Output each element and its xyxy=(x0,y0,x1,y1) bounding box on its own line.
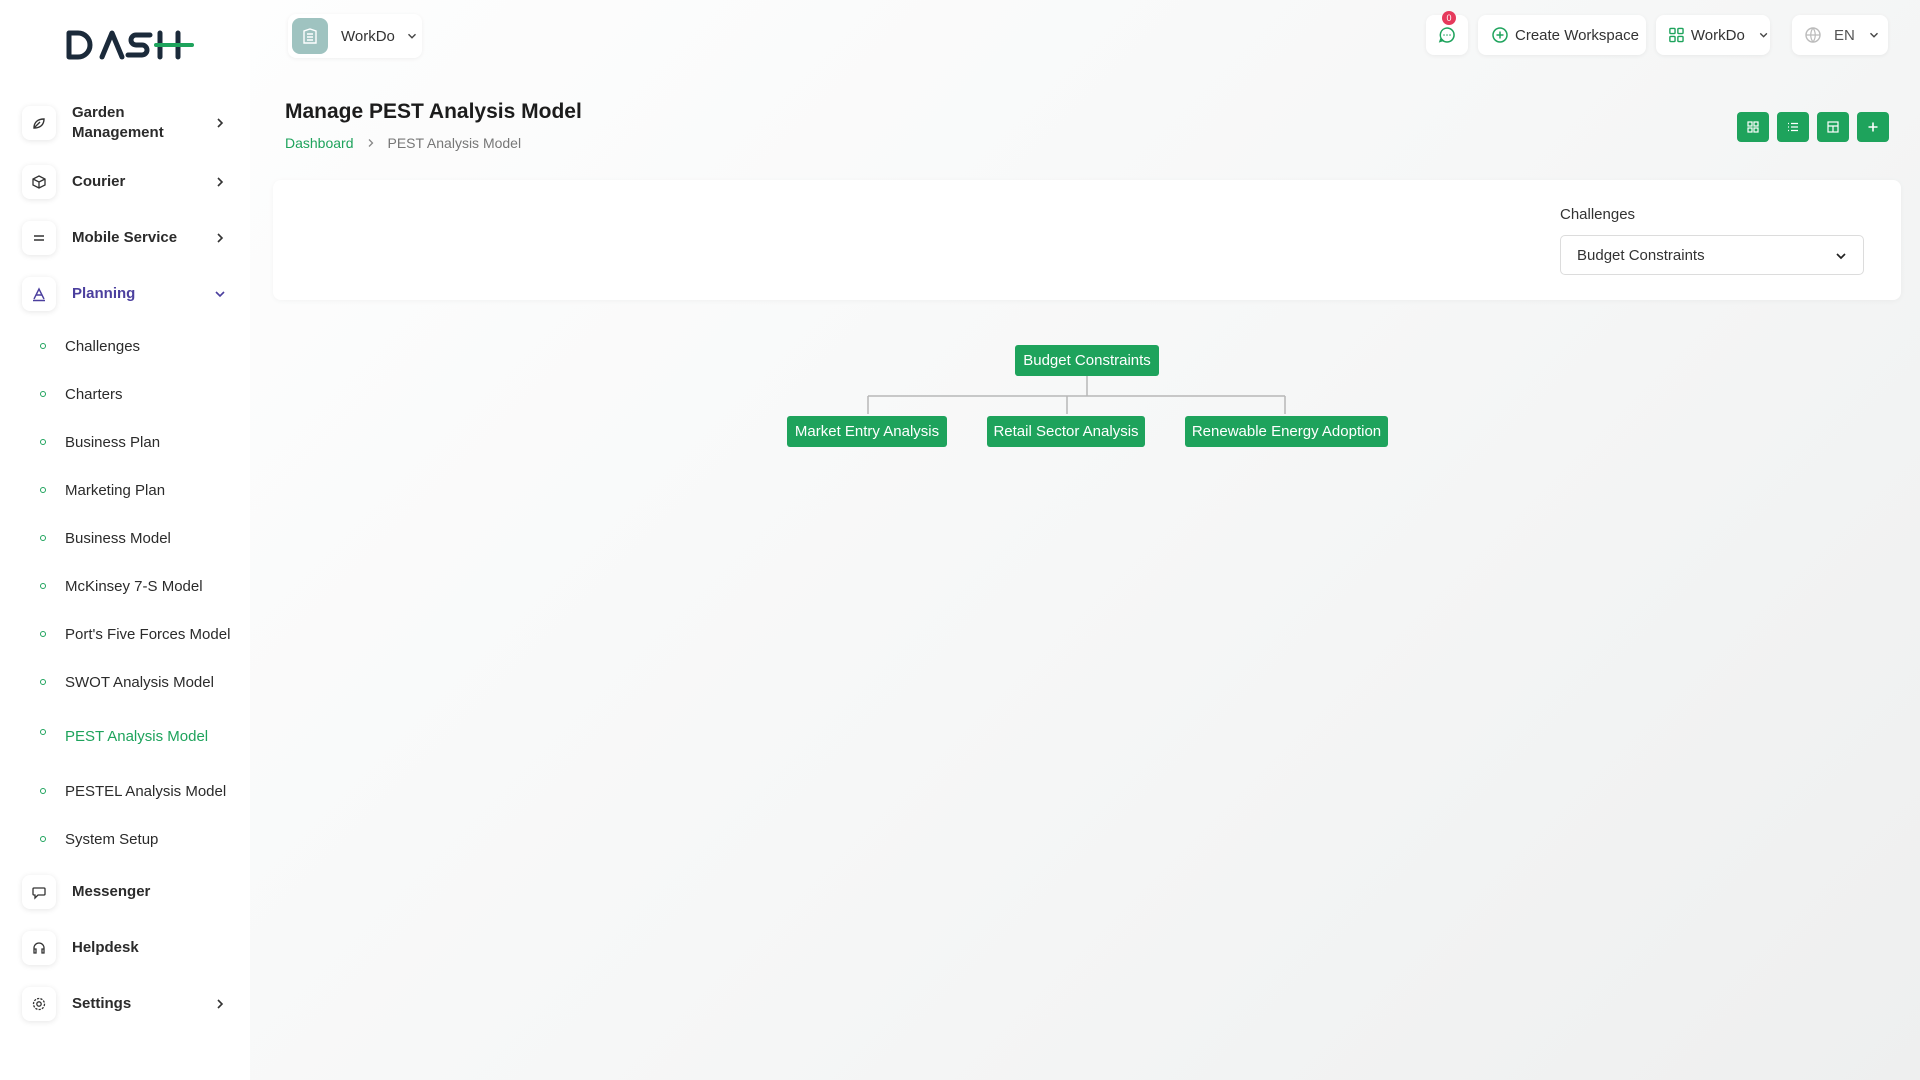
sidebar-item-courier[interactable]: Courier xyxy=(22,162,232,202)
bullet-icon xyxy=(40,343,46,349)
chevron-right-icon xyxy=(217,177,224,187)
sidebar-item-planning[interactable]: Planning xyxy=(22,274,232,314)
sidebar-item-settings[interactable]: Settings xyxy=(22,984,232,1024)
bullet-icon xyxy=(40,439,46,445)
sidebar-item-label: Planning xyxy=(72,285,136,302)
gear-icon xyxy=(22,987,56,1021)
chevron-right-icon xyxy=(217,233,224,243)
challenges-filter-label: Challenges xyxy=(1560,206,1636,223)
breadcrumb: Dashboard PEST Analysis Model xyxy=(285,135,521,151)
globe-icon xyxy=(1805,27,1821,43)
page-title: Manage PEST Analysis Model xyxy=(285,100,582,123)
chevron-down-icon xyxy=(407,33,416,39)
plant-icon xyxy=(22,106,56,140)
workspace-avatar xyxy=(292,18,328,54)
sidebar-subitem-pest[interactable]: PEST Analysis Model xyxy=(40,724,208,748)
breadcrumb-dashboard-link[interactable]: Dashboard xyxy=(285,135,354,151)
chevron-right-icon xyxy=(368,139,373,147)
chat-icon xyxy=(22,875,56,909)
sidebar-item-label: Settings xyxy=(72,995,132,1012)
plus-icon xyxy=(1868,122,1878,132)
sidebar-subitem-charters[interactable]: Charters xyxy=(40,382,123,406)
bullet-icon xyxy=(40,679,46,685)
bullet-icon xyxy=(40,535,46,541)
challenges-select-value: Budget Constraints xyxy=(1577,246,1705,264)
sidebar: Garden Management Courier Mobile Service… xyxy=(0,0,250,1080)
sidebar-subitem-business-plan[interactable]: Business Plan xyxy=(40,430,160,454)
add-button[interactable] xyxy=(1857,112,1889,142)
building-icon xyxy=(303,28,317,44)
sidebar-subitem-five-forces[interactable]: Port's Five Forces Model xyxy=(40,622,230,646)
chevron-down-icon xyxy=(1836,253,1846,260)
table-view-button[interactable] xyxy=(1817,112,1849,142)
sidebar-item-messenger[interactable]: Messenger xyxy=(22,872,232,912)
sidebar-item-label: Courier xyxy=(72,173,126,190)
create-workspace-button[interactable]: Create Workspace xyxy=(1478,15,1646,55)
sidebar-subitem-pestel[interactable]: PESTEL Analysis Model xyxy=(40,779,226,803)
logo-mark-icon xyxy=(66,30,194,60)
apps-icon xyxy=(1669,27,1684,43)
menu-lines-icon xyxy=(22,221,56,255)
grid-view-button[interactable] xyxy=(1737,112,1769,142)
sidebar-subitem-swot[interactable]: SWOT Analysis Model xyxy=(40,670,214,694)
bullet-icon xyxy=(40,836,46,842)
sidebar-item-label: Mobile Service xyxy=(72,229,178,246)
tree-connectors xyxy=(867,376,1286,414)
filter-card: Challenges Budget Constraints xyxy=(273,180,1901,300)
sidebar-subitem-mckinsey-7s[interactable]: McKinsey 7-S Model xyxy=(40,574,203,598)
user-workspace-dropdown[interactable]: WorkDo xyxy=(1656,15,1770,55)
user-workspace-label: WorkDo xyxy=(1690,26,1745,44)
sidebar-subitem-challenges[interactable]: Challenges xyxy=(40,334,140,358)
bullet-icon xyxy=(40,583,46,589)
tree-child-node[interactable]: Renewable Energy Adoption xyxy=(1185,416,1388,447)
sidebar-subitem-system-setup[interactable]: System Setup xyxy=(40,827,158,851)
message-icon xyxy=(1438,27,1455,43)
chevron-right-icon xyxy=(217,118,224,128)
dash-logo[interactable] xyxy=(66,28,196,62)
chevron-down-icon xyxy=(1869,32,1878,38)
sidebar-item-garden-management[interactable]: Garden Management xyxy=(22,103,232,143)
chevron-down-icon xyxy=(215,291,225,298)
sidebar-subitem-business-model[interactable]: Business Model xyxy=(40,526,171,550)
letter-a-icon xyxy=(22,277,56,311)
sidebar-item-helpdesk[interactable]: Helpdesk xyxy=(22,928,232,968)
breadcrumb-current: PEST Analysis Model xyxy=(387,135,522,151)
sidebar-item-mobile-service[interactable]: Mobile Service xyxy=(22,218,232,258)
list-icon xyxy=(1788,122,1798,132)
language-label: EN xyxy=(1834,26,1855,44)
tree-child-node[interactable]: Market Entry Analysis xyxy=(787,416,947,447)
bullet-icon xyxy=(40,788,46,794)
tree-child-node[interactable]: Retail Sector Analysis xyxy=(987,416,1145,447)
sidebar-item-label: Garden Management xyxy=(72,104,164,141)
table-icon xyxy=(1827,121,1839,133)
headset-icon xyxy=(22,931,56,965)
tree-root-node[interactable]: Budget Constraints xyxy=(1015,345,1159,376)
sidebar-subitem-marketing-plan[interactable]: Marketing Plan xyxy=(40,478,165,502)
create-workspace-label: Create Workspace xyxy=(1515,26,1639,44)
bullet-icon xyxy=(40,631,46,637)
notification-badge: 0 xyxy=(1442,11,1456,25)
challenges-select[interactable]: Budget Constraints xyxy=(1560,235,1864,275)
bullet-icon xyxy=(40,391,46,397)
grid-icon xyxy=(1747,121,1759,133)
list-view-button[interactable] xyxy=(1777,112,1809,142)
bullet-icon xyxy=(40,729,46,735)
sidebar-item-label: Messenger xyxy=(72,883,151,900)
messages-button[interactable]: 0 xyxy=(1426,11,1468,55)
chevron-down-icon xyxy=(1759,32,1768,38)
chevron-right-icon xyxy=(217,999,224,1009)
workspace-switcher[interactable]: WorkDo xyxy=(288,14,422,58)
language-dropdown[interactable]: EN xyxy=(1792,15,1888,55)
sidebar-item-label: Helpdesk xyxy=(72,939,139,956)
bullet-icon xyxy=(40,487,46,493)
workspace-name: WorkDo xyxy=(341,27,395,45)
box-icon xyxy=(22,165,56,199)
plus-circle-icon xyxy=(1492,27,1508,43)
